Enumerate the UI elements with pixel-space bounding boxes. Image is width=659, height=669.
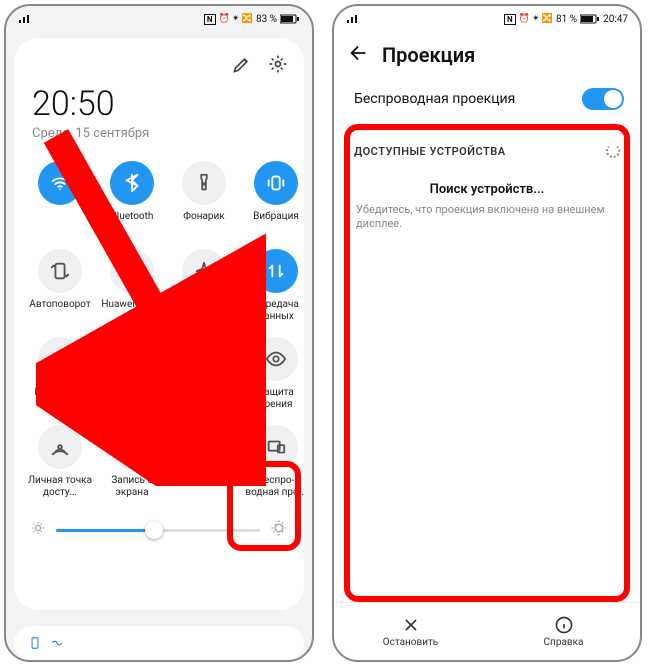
tile-label: Беспро-водная про... xyxy=(242,475,304,499)
nfc-icon xyxy=(182,337,226,381)
tile-label: Фонарик xyxy=(170,211,238,235)
tile-label: Запись с экрана xyxy=(98,475,166,499)
quick-tiles-grid: BluetoothФонарикВибрацияАвтоповоротHuawe… xyxy=(24,149,294,507)
date-text: Среда, 15 сентября xyxy=(32,126,286,141)
status-icons: ⏰ ✴ 🔀 xyxy=(219,14,253,24)
battery-text: 81 % xyxy=(556,14,577,25)
nfc-icon: N xyxy=(504,14,516,25)
tile-label: Вибрация xyxy=(242,211,304,235)
hotspot-icon xyxy=(38,425,82,469)
tile-label: Bluetooth xyxy=(98,211,166,235)
edit-icon[interactable] xyxy=(232,54,252,78)
page-title: Проекция xyxy=(382,43,475,67)
screenrec-icon xyxy=(110,425,154,469)
tile-nfc[interactable]: NFC xyxy=(168,333,240,419)
tile-label: Передача данных xyxy=(242,299,304,323)
tile-wifi[interactable] xyxy=(24,157,96,243)
section-header-text: ДОСТУПНЫЕ УСТРОЙСТВА xyxy=(354,145,506,158)
phone-icon xyxy=(28,636,42,650)
searching-text: Поиск устройств... xyxy=(344,182,630,197)
status-icons: ⏰ ✴ 🔀 xyxy=(519,14,553,24)
tile-screenshot[interactable]: Скриншот ▾ xyxy=(96,333,168,419)
tile-eye[interactable]: Защита зрения xyxy=(240,333,304,419)
ftp-icon xyxy=(182,425,226,469)
help-button[interactable]: Справка xyxy=(487,603,640,660)
phone-projection-settings: N ⏰ ✴ 🔀 81 % 20:47 Проекция Беспроводная… xyxy=(332,4,642,662)
vibration-icon xyxy=(254,161,298,205)
airplane-icon xyxy=(182,249,226,293)
tile-label: Личная точка досту... xyxy=(26,475,94,499)
eye-icon xyxy=(254,337,298,381)
slider-track[interactable] xyxy=(56,529,260,532)
brightness-low-icon xyxy=(30,520,46,540)
geo-icon xyxy=(38,337,82,381)
close-icon xyxy=(401,615,421,635)
tile-ftp[interactable]: FTP-сервер xyxy=(168,421,240,507)
tile-huawei-share[interactable]: Huawei Share xyxy=(96,245,168,331)
bottom-actions: Остановить Справка xyxy=(334,602,640,660)
time-text: 20:50 xyxy=(32,84,286,124)
signal-icon xyxy=(346,14,360,24)
autorotate-icon xyxy=(38,249,82,293)
tile-label xyxy=(26,211,94,235)
tile-geo[interactable]: Геоданные xyxy=(24,333,96,419)
tile-label: Геоданные xyxy=(26,387,94,411)
stop-label: Остановить xyxy=(383,637,438,648)
screenshot-icon xyxy=(110,337,154,381)
wireless-projection-label: Беспроводная проекция xyxy=(354,91,515,107)
clock-block: 20:50 Среда, 15 сентября xyxy=(24,78,294,149)
status-bar: N ⏰ ✴ 🔀 83 % xyxy=(6,6,312,32)
tile-data[interactable]: Передача данных xyxy=(240,245,304,331)
battery-text: 83 % xyxy=(256,14,277,25)
search-pill[interactable] xyxy=(14,626,304,660)
wireless-projection-toggle[interactable] xyxy=(582,88,624,110)
tile-label: Скриншот ▾ xyxy=(98,387,166,411)
tile-screenrec[interactable]: Запись с экрана xyxy=(96,421,168,507)
tile-wireless-proj[interactable]: Беспро-водная про... xyxy=(240,421,304,507)
tile-label: Режим полета xyxy=(170,299,238,323)
tile-label: Защита зрения xyxy=(242,387,304,411)
quick-settings-panel: 20:50 Среда, 15 сентября BluetoothФонари… xyxy=(14,38,304,610)
battery-icon xyxy=(580,14,600,24)
info-icon xyxy=(554,615,574,635)
gear-icon[interactable] xyxy=(268,54,288,78)
tile-label: FTP-сервер xyxy=(170,475,238,499)
bluetooth-icon xyxy=(110,161,154,205)
app-bar: Проекция xyxy=(334,32,640,74)
wifi-icon xyxy=(38,161,82,205)
wireless-projection-row[interactable]: Беспроводная проекция xyxy=(334,74,640,124)
time-text: 20:47 xyxy=(603,14,628,25)
help-label: Справка xyxy=(544,637,584,648)
data-icon xyxy=(254,249,298,293)
loading-spinner-icon xyxy=(606,144,620,158)
available-devices-section: ДОСТУПНЫЕ УСТРОЙСТВА Поиск устройств... … xyxy=(344,124,630,602)
tile-bluetooth[interactable]: Bluetooth xyxy=(96,157,168,243)
tile-label: Huawei Share xyxy=(98,299,166,323)
brightness-high-icon xyxy=(270,519,288,541)
brightness-slider[interactable] xyxy=(30,519,288,541)
tile-label: NFC xyxy=(170,387,238,411)
tile-hotspot[interactable]: Личная точка досту... xyxy=(24,421,96,507)
tile-flashlight[interactable]: Фонарик xyxy=(168,157,240,243)
huawei-share-icon xyxy=(110,249,154,293)
slider-thumb[interactable] xyxy=(145,521,163,539)
tile-vibration[interactable]: Вибрация xyxy=(240,157,304,243)
flashlight-icon xyxy=(182,161,226,205)
status-bar: N ⏰ ✴ 🔀 81 % 20:47 xyxy=(334,6,640,32)
tile-autorotate[interactable]: Автоповорот xyxy=(24,245,96,331)
tile-label: Автоповорот xyxy=(26,299,94,323)
nfc-icon: N xyxy=(204,14,216,25)
phone-quicksettings: N ⏰ ✴ 🔀 83 % 20:50 Среда, 15 сентября Bl… xyxy=(4,4,314,662)
wireless-proj-icon xyxy=(254,425,298,469)
signal-icon xyxy=(18,14,32,24)
back-icon[interactable] xyxy=(348,42,370,68)
instructions-text: Убедитесь, что проекция включена на внеш… xyxy=(344,197,630,237)
battery-icon xyxy=(280,14,300,24)
tile-airplane[interactable]: Режим полета xyxy=(168,245,240,331)
stop-button[interactable]: Остановить xyxy=(334,603,487,660)
sound-icon xyxy=(50,636,64,650)
